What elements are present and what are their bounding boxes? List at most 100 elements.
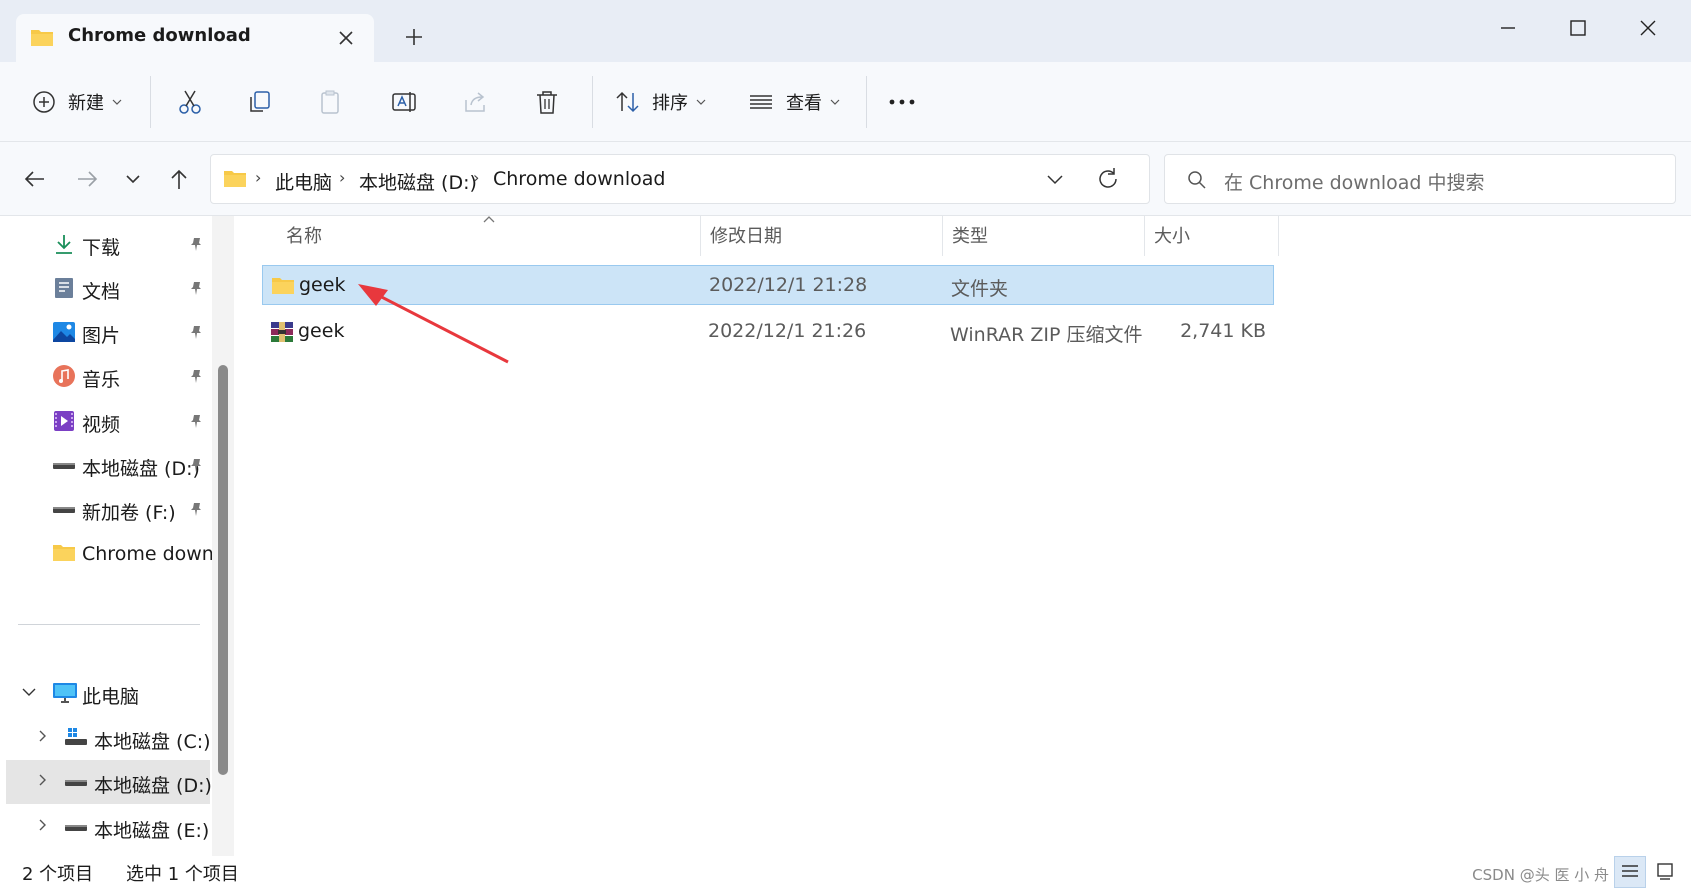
- sidebar-item-this-pc[interactable]: 此电脑: [0, 671, 212, 715]
- details-view-icon[interactable]: [1614, 856, 1646, 888]
- file-name: geek: [298, 320, 345, 342]
- delete-button[interactable]: [534, 82, 560, 122]
- sidebar-item-drive-d[interactable]: 本地磁盘 (D:): [0, 443, 212, 487]
- minimize-icon[interactable]: [1490, 10, 1526, 46]
- pin-icon[interactable]: [188, 368, 204, 384]
- sidebar-scrollbar-thumb[interactable]: [218, 365, 228, 775]
- file-modified: 2022/12/1 21:28: [709, 274, 868, 296]
- close-tab-icon[interactable]: [334, 26, 358, 50]
- column-header-type[interactable]: 类型: [952, 222, 988, 256]
- sidebar-item-drive-c[interactable]: 本地磁盘 (C:): [0, 716, 212, 760]
- large-icons-view-icon[interactable]: [1650, 856, 1682, 888]
- breadcrumb-separator: ›: [339, 168, 346, 187]
- pin-icon[interactable]: [188, 236, 204, 252]
- column-divider[interactable]: [1278, 216, 1279, 256]
- sidebar-item-downloads[interactable]: 下载: [0, 222, 212, 266]
- sort-icon: [614, 89, 642, 115]
- sidebar-item-music[interactable]: 音乐: [0, 354, 212, 398]
- address-bar[interactable]: › 此电脑 › 本地磁盘 (D:) › Chrome download: [210, 154, 1150, 204]
- copy-icon: [246, 88, 274, 116]
- back-arrow-icon[interactable]: [20, 164, 50, 194]
- folder-icon: [52, 542, 76, 562]
- chevron-right-icon[interactable]: [34, 817, 50, 833]
- chevron-right-icon[interactable]: [34, 772, 50, 788]
- column-header-size[interactable]: 大小: [1154, 222, 1190, 256]
- pin-icon[interactable]: [188, 413, 204, 429]
- title-bar: Chrome download: [0, 0, 1691, 62]
- paste-button[interactable]: [316, 82, 344, 122]
- breadcrumb-separator: ›: [255, 168, 262, 187]
- pin-icon[interactable]: [188, 501, 204, 517]
- selection-count: 选中 1 个项目: [126, 864, 239, 885]
- breadcrumb-separator: ›: [473, 168, 480, 187]
- pin-icon[interactable]: [188, 324, 204, 340]
- sidebar-item-label: 本地磁盘 (C:): [94, 731, 211, 753]
- share-button[interactable]: [462, 82, 490, 122]
- cut-icon: [176, 88, 204, 116]
- chevron-right-icon[interactable]: [34, 728, 50, 744]
- chevron-down-icon[interactable]: [20, 683, 38, 701]
- search-input[interactable]: 在 Chrome download 中搜索: [1164, 154, 1676, 204]
- sidebar-item-pictures[interactable]: 图片: [0, 310, 212, 354]
- watermark: CSDN @头 医 小 舟: [1472, 866, 1609, 884]
- drive-icon: [52, 497, 76, 521]
- folder-icon: [30, 27, 54, 47]
- toolbar-divider: [150, 76, 151, 128]
- winrar-archive-icon: [270, 321, 294, 343]
- copy-button[interactable]: [246, 82, 274, 122]
- folder-icon: [223, 168, 247, 188]
- navigation-pane: 下载 文档 图片 音乐 视频 本地磁盘 (D:) 新加卷 (F:) Chrome…: [0, 216, 234, 856]
- paste-icon: [316, 88, 344, 116]
- more-options-button[interactable]: [888, 82, 916, 122]
- column-divider[interactable]: [1144, 216, 1145, 256]
- column-header-name[interactable]: 名称: [286, 222, 322, 256]
- sidebar-item-drive-d-tree[interactable]: 本地磁盘 (D:): [6, 760, 212, 804]
- file-name: geek: [299, 274, 346, 296]
- rename-icon: [390, 88, 418, 116]
- cut-button[interactable]: [176, 82, 204, 122]
- sort-ascending-icon: [482, 214, 496, 224]
- delete-icon: [534, 88, 560, 116]
- column-divider[interactable]: [942, 216, 943, 256]
- breadcrumb-chrome-download[interactable]: Chrome download: [493, 168, 665, 190]
- rename-button[interactable]: [390, 82, 418, 122]
- breadcrumb-drive-d[interactable]: 本地磁盘 (D:): [359, 168, 477, 195]
- pin-icon[interactable]: [188, 457, 204, 473]
- download-icon: [52, 232, 76, 256]
- new-label: 新建: [68, 93, 104, 114]
- sidebar-item-drive-e[interactable]: 本地磁盘 (E:): [0, 805, 212, 849]
- sidebar-item-documents[interactable]: 文档: [0, 266, 212, 310]
- sidebar-item-drive-f[interactable]: 新加卷 (F:): [0, 487, 212, 531]
- sidebar-item-chrome-download[interactable]: Chrome download: [0, 532, 212, 576]
- status-bar: 2 个项目 选中 1 个项目 CSDN @头 医 小 舟: [0, 856, 1691, 891]
- refresh-icon[interactable]: [1095, 166, 1121, 192]
- view-button[interactable]: 查看: [748, 82, 840, 122]
- tab-chrome-download[interactable]: Chrome download: [16, 14, 374, 62]
- drive-icon: [64, 815, 88, 839]
- file-type: 文件夹: [951, 278, 1009, 300]
- sort-button[interactable]: 排序: [614, 82, 706, 122]
- close-window-icon[interactable]: [1630, 10, 1666, 46]
- drive-icon: [64, 770, 88, 794]
- tab-title: Chrome download: [68, 25, 251, 46]
- command-bar: 新建 排序 查看: [0, 62, 1691, 142]
- column-divider[interactable]: [700, 216, 701, 256]
- chevron-down-icon: [830, 98, 840, 106]
- recent-locations-chevron-icon[interactable]: [118, 164, 148, 194]
- column-header-modified[interactable]: 修改日期: [710, 222, 782, 256]
- new-tab-icon[interactable]: [400, 23, 428, 51]
- maximize-icon[interactable]: [1560, 10, 1596, 46]
- address-history-chevron-icon[interactable]: [1043, 167, 1067, 191]
- breadcrumb-this-pc[interactable]: 此电脑: [275, 168, 332, 195]
- forward-arrow-icon[interactable]: [72, 164, 102, 194]
- sidebar-item-videos[interactable]: 视频: [0, 399, 212, 443]
- toolbar-divider: [866, 76, 867, 128]
- annotation-arrow: [358, 284, 509, 364]
- drive-icon: [52, 453, 76, 477]
- view-icon: [748, 92, 774, 112]
- search-icon: [1187, 170, 1207, 190]
- sidebar-item-label: 本地磁盘 (E:): [94, 820, 210, 842]
- new-button[interactable]: 新建: [32, 82, 122, 122]
- pin-icon[interactable]: [188, 280, 204, 296]
- up-arrow-icon[interactable]: [164, 164, 194, 194]
